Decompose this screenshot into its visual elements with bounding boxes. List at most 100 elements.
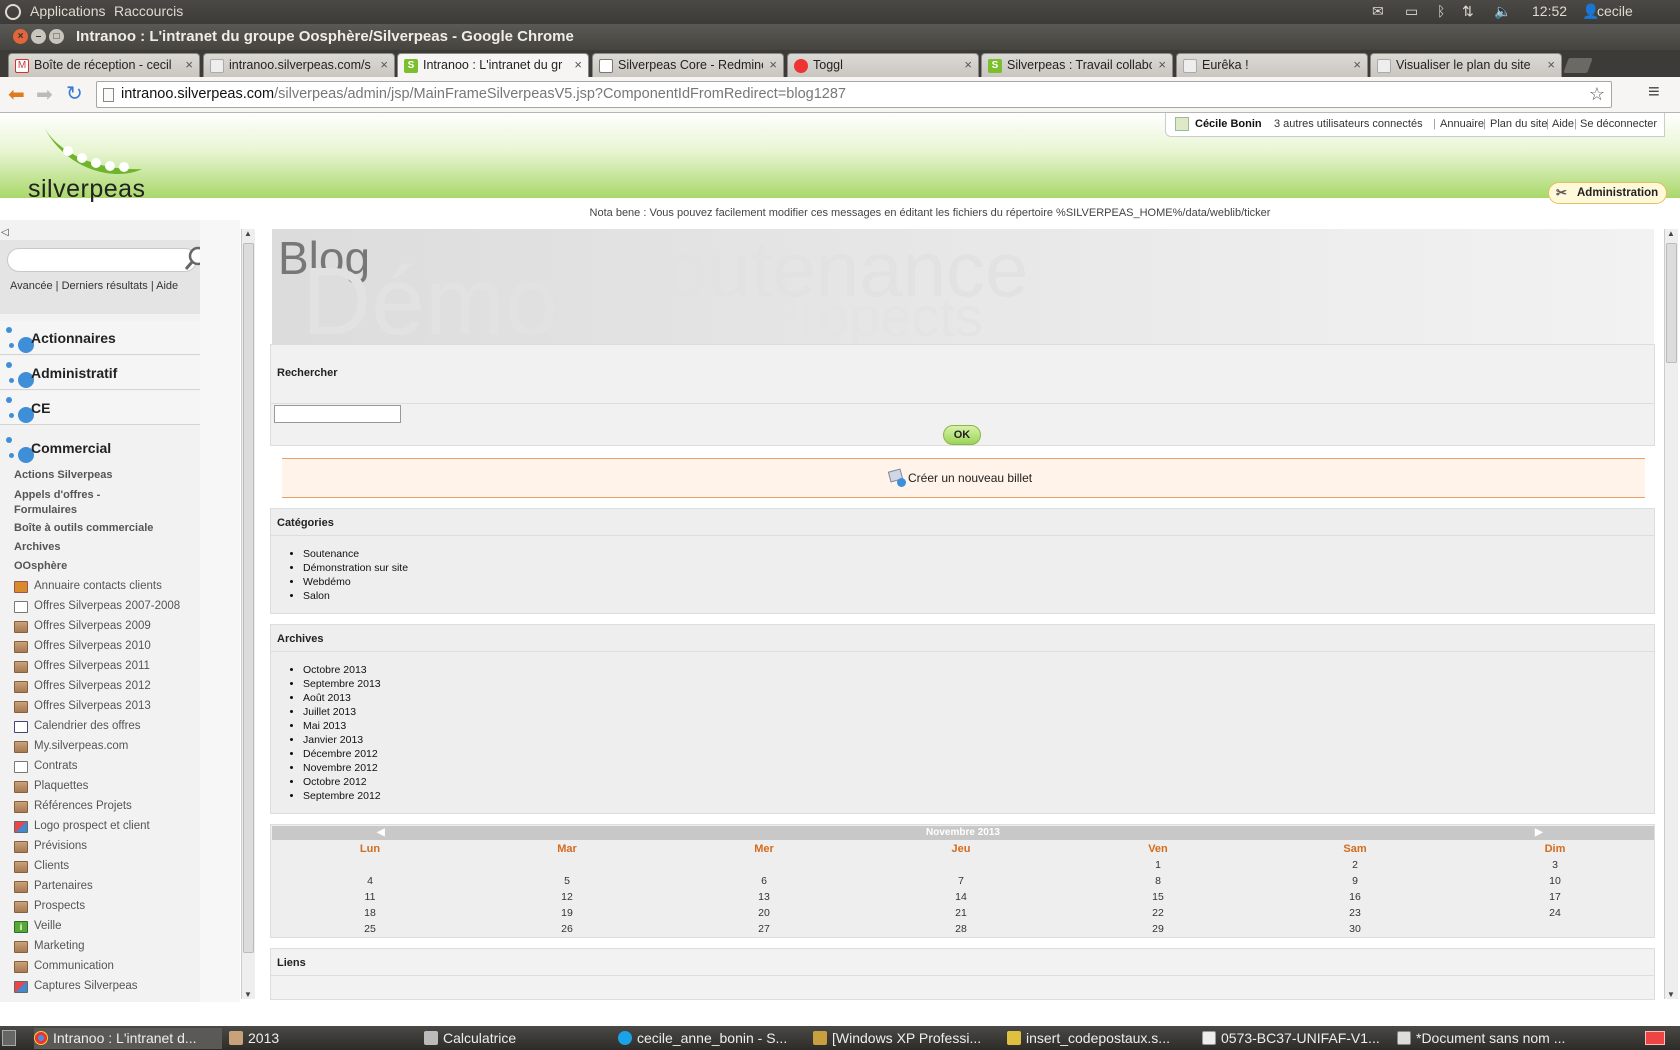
calendar-day-cell[interactable]: 8 xyxy=(1128,875,1188,887)
close-tab-icon[interactable]: × xyxy=(964,57,972,72)
user-menu[interactable]: cecile xyxy=(1597,3,1633,19)
link-plan-du-site[interactable]: Plan du site xyxy=(1490,113,1547,135)
blog-search-input[interactable] xyxy=(274,405,401,423)
search-links[interactable]: Avancée | Derniers résultats | Aide xyxy=(10,280,178,292)
forward-icon[interactable]: ➡ xyxy=(36,82,53,107)
archive-link[interactable]: Septembre 2013 xyxy=(303,677,381,691)
calendar-day-cell[interactable]: 29 xyxy=(1128,923,1188,935)
calendar-day-cell[interactable]: 16 xyxy=(1325,891,1385,903)
app-partenaires[interactable]: Partenaires xyxy=(14,879,200,898)
archive-link[interactable]: Novembre 2012 xyxy=(303,761,381,775)
bluetooth-icon[interactable]: ᛒ xyxy=(1437,3,1445,19)
calendar-day-cell[interactable]: 30 xyxy=(1325,923,1385,935)
calendar-day-cell[interactable]: 14 xyxy=(931,891,991,903)
scroll-up-icon[interactable]: ▲ xyxy=(244,229,252,238)
tab-toggl[interactable]: Toggl × xyxy=(787,53,979,77)
close-window-icon[interactable]: × xyxy=(13,29,28,44)
calendar-day-cell[interactable]: 15 xyxy=(1128,891,1188,903)
task-folder-2013[interactable]: 2013 xyxy=(229,1028,409,1049)
app-communication[interactable]: Communication xyxy=(14,959,200,978)
calendar-day-cell[interactable]: 27 xyxy=(734,923,794,935)
collapse-panel-icon[interactable]: ◁ xyxy=(1,227,9,238)
left-frame-scrollbar[interactable]: ▲ ▼ xyxy=(241,229,255,999)
task-document[interactable]: 0573-BC37-UNIFAF-V1... xyxy=(1202,1028,1382,1049)
category-link[interactable]: Webdémo xyxy=(303,575,408,589)
archive-link[interactable]: Septembre 2012 xyxy=(303,789,381,803)
app-captures-silverpeas[interactable]: Captures Silverpeas xyxy=(14,979,200,998)
battery-icon[interactable]: ▭ xyxy=(1405,3,1418,20)
chrome-menu-icon[interactable]: ≡ xyxy=(1648,81,1660,104)
task-sql-script[interactable]: insert_codepostaux.s... xyxy=(1007,1028,1187,1049)
archive-link[interactable]: Décembre 2012 xyxy=(303,747,381,761)
new-tab-button[interactable] xyxy=(1563,58,1593,73)
clock[interactable]: 12:52 xyxy=(1532,3,1567,19)
space-actionnaires[interactable]: Actionnaires xyxy=(0,321,200,355)
app-contrats[interactable]: Contrats xyxy=(14,759,200,778)
calendar-day-cell[interactable]: 17 xyxy=(1525,891,1585,903)
app-offres-2010[interactable]: Offres Silverpeas 2010 xyxy=(14,639,200,658)
minimize-window-icon[interactable]: – xyxy=(31,29,46,44)
app-veille[interactable]: i Veille xyxy=(14,919,200,938)
address-bar[interactable]: intranoo.silverpeas.com/silverpeas/admin… xyxy=(96,81,1612,108)
scroll-thumb[interactable] xyxy=(1666,243,1677,363)
calendar-day-cell[interactable]: 7 xyxy=(931,875,991,887)
calendar-next-icon[interactable]: ▶ xyxy=(1535,827,1543,838)
trash-icon[interactable] xyxy=(1645,1031,1665,1045)
bookmark-star-icon[interactable]: ☆ xyxy=(1589,82,1605,107)
volume-icon[interactable]: 🔈 xyxy=(1494,3,1511,20)
calendar-day-cell[interactable]: 26 xyxy=(537,923,597,935)
user-name[interactable]: Cécile Bonin xyxy=(1195,113,1262,135)
app-offres-2009[interactable]: Offres Silverpeas 2009 xyxy=(14,619,200,638)
space-commercial[interactable]: Commercial xyxy=(0,431,200,465)
archive-link[interactable]: Mai 2013 xyxy=(303,719,381,733)
scroll-down-icon[interactable]: ▼ xyxy=(1667,990,1675,999)
calendar-day-cell[interactable]: 22 xyxy=(1128,907,1188,919)
app-plaquettes[interactable]: Plaquettes xyxy=(14,779,200,798)
tab-intranoo-active[interactable]: S Intranoo : L'intranet du gr × xyxy=(397,53,589,78)
app-marketing[interactable]: Marketing xyxy=(14,939,200,958)
calendar-day-cell[interactable]: 13 xyxy=(734,891,794,903)
calendar-day-cell[interactable]: 20 xyxy=(734,907,794,919)
global-search-input[interactable] xyxy=(7,248,197,272)
subspace-boite-outils[interactable]: Boîte à outils commerciale xyxy=(14,522,200,534)
administration-button[interactable]: ✂ Administration xyxy=(1548,182,1667,204)
app-clients[interactable]: Clients xyxy=(14,859,200,878)
calendar-day-cell[interactable]: 10 xyxy=(1525,875,1585,887)
space-administratif[interactable]: Administratif xyxy=(0,356,200,390)
ubuntu-logo-icon[interactable] xyxy=(5,4,21,20)
tab-gmail[interactable]: M Boîte de réception - cecil × xyxy=(8,53,200,77)
archive-link[interactable]: Janvier 2013 xyxy=(303,733,381,747)
link-annuaire[interactable]: Annuaire xyxy=(1440,113,1484,135)
app-previsions[interactable]: Prévisions xyxy=(14,839,200,858)
connected-users[interactable]: 3 autres utilisateurs connectés xyxy=(1274,113,1423,135)
close-tab-icon[interactable]: × xyxy=(1158,57,1166,72)
tab-silverpeas-collab[interactable]: S Silverpeas : Travail collabc × xyxy=(981,53,1173,77)
calendar-day-cell[interactable]: 19 xyxy=(537,907,597,919)
maximize-window-icon[interactable]: □ xyxy=(49,29,64,44)
calendar-day-cell[interactable]: 5 xyxy=(537,875,597,887)
app-offres-2007-2008[interactable]: Offres Silverpeas 2007-2008 xyxy=(14,599,200,618)
calendar-day-cell[interactable]: 28 xyxy=(931,923,991,935)
app-references-projets[interactable]: Références Projets xyxy=(14,799,200,818)
task-calculatrice[interactable]: Calculatrice xyxy=(424,1028,604,1049)
tab-plan-du-site[interactable]: Visualiser le plan du site × xyxy=(1370,53,1562,77)
calendar-day-cell[interactable]: 21 xyxy=(931,907,991,919)
calendar-day-cell[interactable]: 3 xyxy=(1525,859,1585,871)
link-se-deconnecter[interactable]: Se déconnecter xyxy=(1580,113,1657,135)
silverpeas-logo-text[interactable]: silverpeas xyxy=(28,175,146,204)
menu-applications[interactable]: Applications xyxy=(30,3,106,19)
space-ce[interactable]: CE xyxy=(0,391,200,425)
calendar-day-cell[interactable]: 25 xyxy=(340,923,400,935)
reload-icon[interactable]: ↻ xyxy=(66,81,83,106)
scroll-up-icon[interactable]: ▲ xyxy=(1667,229,1675,238)
subspace-oosphere[interactable]: OOsphère xyxy=(14,560,200,572)
calendar-day-cell[interactable]: 12 xyxy=(537,891,597,903)
calendar-day-cell[interactable]: 24 xyxy=(1525,907,1585,919)
archive-link[interactable]: Octobre 2012 xyxy=(303,775,381,789)
mail-icon[interactable]: ✉ xyxy=(1372,3,1384,20)
close-tab-icon[interactable]: × xyxy=(380,57,388,72)
show-desktop-icon[interactable] xyxy=(2,1030,16,1046)
category-link[interactable]: Salon xyxy=(303,589,408,603)
scroll-thumb[interactable] xyxy=(243,243,254,953)
create-post-link[interactable]: Créer un nouveau billet xyxy=(908,471,1032,485)
